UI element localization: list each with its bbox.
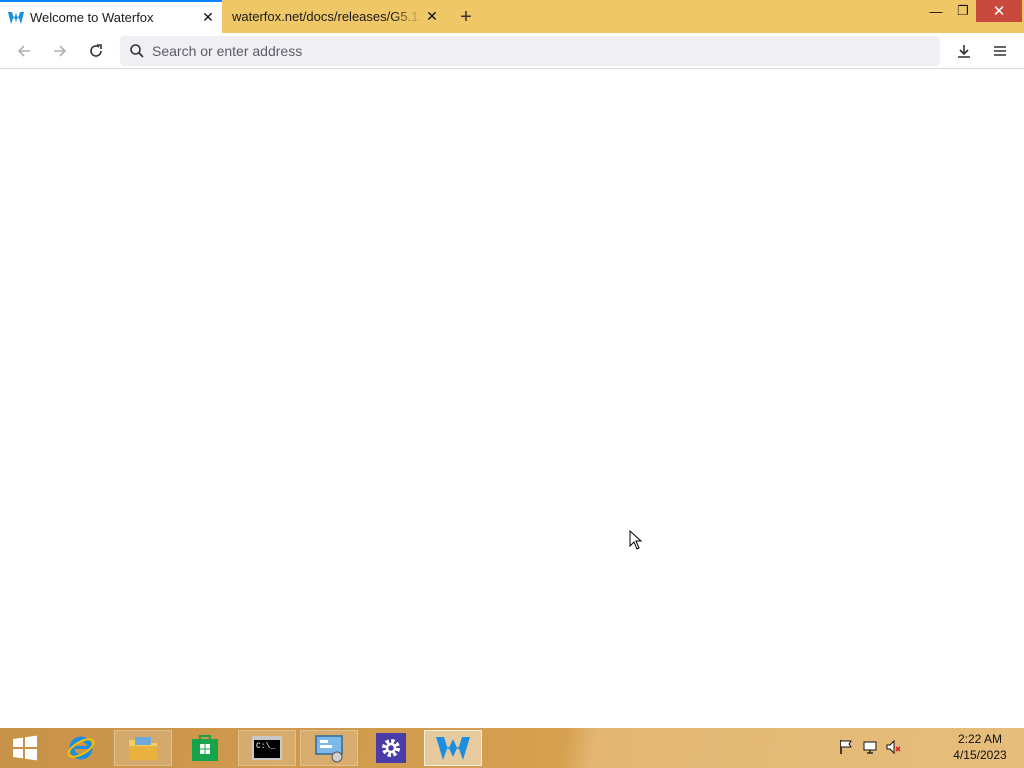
internet-explorer-icon: [67, 736, 95, 760]
volume-muted-icon[interactable]: [885, 738, 903, 756]
taskbar-command-prompt[interactable]: C:\_: [238, 730, 296, 766]
tab-title: waterfox.net/docs/releases/G5.1.5/Tr: [232, 9, 422, 24]
taskbar: C:\_ 2:22 AM 4/15/2023: [0, 728, 1024, 768]
flag-icon[interactable]: [837, 738, 855, 756]
windows-start-icon: [13, 735, 37, 761]
close-window-button[interactable]: ✕: [976, 0, 1022, 22]
address-bar[interactable]: [120, 36, 940, 66]
navigation-toolbar: [0, 33, 1024, 69]
system-clock[interactable]: 2:22 AM 4/15/2023: [940, 731, 1020, 763]
taskbar-store[interactable]: [176, 730, 234, 766]
taskbar-waterfox[interactable]: [424, 730, 482, 766]
tab-bar: Welcome to Waterfox ✕ waterfox.net/docs/…: [0, 0, 1024, 33]
reload-button[interactable]: [83, 38, 109, 64]
mouse-cursor-icon: [629, 529, 643, 555]
cmd-icon: C:\_: [252, 736, 282, 760]
forward-arrow-icon: [54, 45, 67, 57]
browser-window: Welcome to Waterfox ✕ waterfox.net/docs/…: [0, 0, 1024, 728]
reload-icon: [90, 44, 102, 57]
back-button[interactable]: [11, 38, 37, 64]
start-button[interactable]: [0, 730, 50, 766]
tab-release-notes[interactable]: waterfox.net/docs/releases/G5.1.5/Tr ✕: [222, 0, 446, 33]
clock-date: 4/15/2023: [953, 748, 1007, 762]
gear-icon: [376, 733, 406, 763]
taskbar-settings[interactable]: [362, 730, 420, 766]
downloads-button[interactable]: [951, 38, 977, 64]
tab-close-icon[interactable]: ✕: [422, 7, 442, 27]
restore-button[interactable]: ❐: [950, 0, 976, 22]
hamburger-menu-icon: [994, 46, 1006, 56]
control-panel-icon: [315, 735, 343, 763]
search-icon: [122, 43, 152, 59]
page-content[interactable]: [0, 70, 1024, 728]
download-icon: [958, 45, 970, 58]
waterfox-icon: [8, 10, 24, 26]
tab-close-icon[interactable]: ✕: [198, 8, 218, 28]
url-input[interactable]: [152, 43, 912, 59]
store-icon: [192, 735, 218, 761]
minimize-button[interactable]: —: [922, 0, 950, 22]
taskbar-internet-explorer[interactable]: [52, 730, 110, 766]
taskbar-file-explorer[interactable]: [114, 730, 172, 766]
new-tab-button[interactable]: +: [454, 5, 478, 29]
tab-title: Welcome to Waterfox: [30, 10, 154, 25]
tab-welcome[interactable]: Welcome to Waterfox ✕: [0, 0, 222, 33]
back-arrow-icon: [17, 45, 30, 57]
forward-button[interactable]: [47, 38, 73, 64]
clock-time: 2:22 AM: [957, 732, 1003, 746]
waterfox-icon: [436, 737, 470, 760]
network-icon[interactable]: [861, 738, 879, 756]
menu-button[interactable]: [987, 38, 1013, 64]
folder-icon: [129, 737, 157, 760]
taskbar-control-panel[interactable]: [300, 730, 358, 766]
